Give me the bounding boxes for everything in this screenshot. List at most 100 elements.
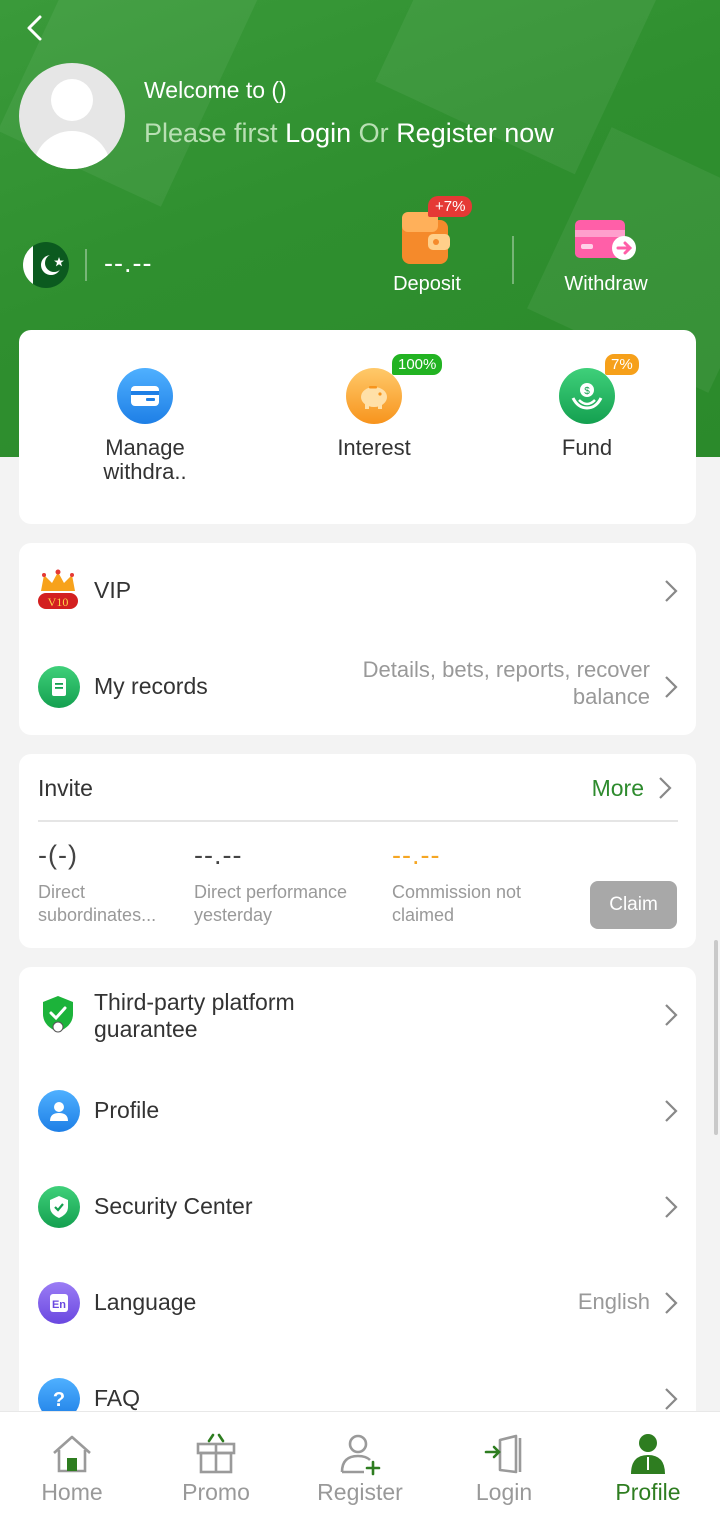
interest-button[interactable]: 100% Interest xyxy=(322,354,443,460)
or-text: Or xyxy=(358,118,389,148)
piggy-bank-icon xyxy=(346,368,402,424)
guarantee-label-line2: guarantee xyxy=(94,1016,198,1042)
pakistan-flag-icon xyxy=(23,242,69,288)
language-label: Language xyxy=(94,1289,197,1315)
faq-label: FAQ xyxy=(94,1385,141,1411)
svg-text:$: $ xyxy=(584,386,590,397)
svg-text:En: En xyxy=(52,1299,66,1311)
records-description-line1: Details, bets, reports, recover xyxy=(362,657,650,682)
chevron-right-icon xyxy=(659,777,672,799)
stat-label-line2: yesterday xyxy=(194,905,273,925)
home-icon xyxy=(53,1435,91,1473)
chevron-right-icon xyxy=(665,1004,678,1026)
fund-label: Fund xyxy=(561,435,613,460)
tab-register[interactable]: Register xyxy=(288,1412,432,1530)
fund-button[interactable]: $ 7% Fund xyxy=(535,354,639,460)
invite-more-link[interactable]: More xyxy=(592,775,644,802)
vip-crown-icon: V10 xyxy=(36,569,80,611)
stat-commission: --.-- Commission not claimed xyxy=(392,840,521,927)
shield-icon xyxy=(38,1186,80,1228)
tab-profile[interactable]: Profile xyxy=(576,1412,720,1530)
chevron-right-icon xyxy=(665,1388,678,1410)
profile-label: Profile xyxy=(94,1097,160,1123)
tab-promo-label: Promo xyxy=(182,1479,250,1505)
back-button[interactable] xyxy=(14,8,54,48)
stat-label: Direct performance xyxy=(194,882,348,902)
my-records-row[interactable]: My records Details, bets, reports, recov… xyxy=(19,639,696,735)
language-icon: En xyxy=(38,1282,80,1324)
tab-promo[interactable]: Promo xyxy=(144,1412,288,1530)
my-records-label: My records xyxy=(94,673,208,699)
manage-withdraw-button[interactable]: Manage withdra.. xyxy=(93,368,197,484)
manage-withdraw-label-line2: withdra.. xyxy=(103,459,187,484)
card-icon xyxy=(575,220,636,260)
records-description-line2: balance xyxy=(572,684,650,709)
chevron-right-icon xyxy=(665,580,678,602)
add-user-icon xyxy=(340,1434,381,1476)
interest-label: Interest xyxy=(337,435,411,460)
stat-label: Direct xyxy=(38,882,86,902)
vip-level-badge: V10 xyxy=(47,595,69,609)
login-link[interactable]: Login xyxy=(285,118,351,148)
login-prompt: Please first Login Or Register now xyxy=(144,118,554,149)
vip-records-card: V10 VIP My records Details, bets, report… xyxy=(19,543,696,735)
chevron-right-icon xyxy=(665,1100,678,1122)
user-icon xyxy=(38,1090,80,1132)
bottom-tab-bar: Home Promo Register Login Profile xyxy=(0,1411,720,1530)
svg-text:?: ? xyxy=(53,1389,65,1411)
guarantee-label-line1: Third-party platform xyxy=(94,989,295,1015)
interest-badge: 100% xyxy=(392,354,443,375)
stat-label-line2: subordinates... xyxy=(38,905,157,925)
tab-home[interactable]: Home xyxy=(0,1412,144,1530)
profile-row[interactable]: Profile xyxy=(19,1063,696,1159)
chevron-right-icon xyxy=(665,1292,678,1314)
avatar[interactable] xyxy=(19,63,125,169)
scrollbar[interactable] xyxy=(714,940,718,1135)
records-document-icon xyxy=(38,666,80,708)
balance-amount: --.-- xyxy=(104,248,153,278)
wallet-card-icon xyxy=(117,368,173,424)
stat-value: --.-- xyxy=(194,840,243,870)
chevron-right-icon xyxy=(665,676,678,698)
fund-badge: 7% xyxy=(605,354,639,375)
deposit-label: Deposit xyxy=(393,273,461,295)
stat-value: --.-- xyxy=(392,840,441,870)
balance-divider xyxy=(85,249,87,281)
language-row[interactable]: En Language English xyxy=(19,1255,696,1351)
invite-title: Invite xyxy=(38,775,93,801)
stat-direct-performance: --.-- Direct performance yesterday xyxy=(194,840,347,927)
register-link[interactable]: Register now xyxy=(396,118,554,148)
guarantee-row[interactable]: Third-party platform guarantee xyxy=(19,967,696,1063)
guarantee-label: Third-party platform guarantee xyxy=(94,989,295,1043)
profile-person-icon xyxy=(631,1434,665,1474)
chevron-right-icon xyxy=(665,1196,678,1218)
manage-withdraw-label: Manage xyxy=(105,435,185,460)
gift-icon xyxy=(196,1433,236,1474)
deposit-bonus-badge: +7% xyxy=(428,196,473,217)
action-divider xyxy=(512,236,514,284)
vip-label: VIP xyxy=(94,577,132,603)
invite-card: Invite More -(-) Direct subordinates... … xyxy=(19,754,696,948)
chevron-left-icon xyxy=(27,15,42,41)
invite-divider xyxy=(38,820,678,822)
security-center-label: Security Center xyxy=(94,1193,253,1219)
vip-row[interactable]: V10 VIP xyxy=(19,543,696,639)
shield-check-icon xyxy=(37,993,79,1035)
fund-hands-icon: $ xyxy=(559,368,615,424)
language-value: English xyxy=(577,1289,650,1314)
stat-label-line2: claimed xyxy=(392,905,455,925)
stat-label: Commission not xyxy=(392,882,522,902)
tab-login-label: Login xyxy=(475,1479,533,1505)
tab-register-label: Register xyxy=(317,1479,403,1505)
tab-profile-label: Profile xyxy=(615,1479,681,1505)
withdraw-label: Withdraw xyxy=(564,273,648,295)
login-prompt-prefix: Please first xyxy=(144,118,278,148)
tab-login[interactable]: Login xyxy=(432,1412,576,1530)
claim-button[interactable]: Claim xyxy=(590,881,677,929)
stat-direct-subordinates: -(-) Direct subordinates... xyxy=(38,840,156,927)
security-center-row[interactable]: Security Center xyxy=(19,1159,696,1255)
tab-home-label: Home xyxy=(41,1479,103,1505)
quick-actions-card: Manage withdra.. 100% Interest $ 7% Fund xyxy=(19,330,696,524)
my-records-description: Details, bets, reports, recover balance xyxy=(363,656,650,710)
settings-card: Third-party platform guarantee Profile S… xyxy=(19,967,696,1427)
